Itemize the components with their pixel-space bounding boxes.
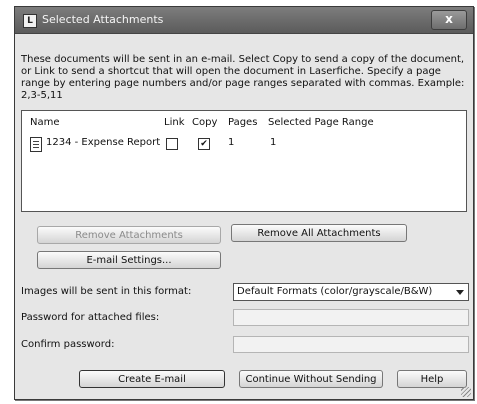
selected-page-range[interactable]: 1 <box>270 137 276 148</box>
chevron-down-icon <box>456 290 464 295</box>
create-email-button[interactable]: Create E-mail <box>79 370 225 388</box>
attachments-list: Name Link Copy Pages Selected Page Range… <box>21 110 467 212</box>
image-format-label: Images will be sent in this format: <box>21 286 192 297</box>
email-settings-button[interactable]: E-mail Settings... <box>37 251 221 269</box>
title-bar[interactable]: L Selected Attachments x <box>15 7 473 34</box>
resize-grip-icon[interactable] <box>461 387 471 397</box>
column-header-copy[interactable]: Copy <box>192 117 217 128</box>
remove-all-attachments-button[interactable]: Remove All Attachments <box>231 224 407 242</box>
instructions-text: These documents will be sent in an e-mai… <box>21 54 465 101</box>
column-header-name[interactable]: Name <box>30 117 60 128</box>
remove-attachments-button[interactable]: Remove Attachments <box>37 226 221 244</box>
document-icon <box>30 137 42 152</box>
image-format-selected-value: Default Formats (color/grayscale/B&W) <box>237 286 433 297</box>
help-button[interactable]: Help <box>397 370 467 388</box>
attachment-row[interactable]: 1234 - Expense Report ✔ 1 1 <box>22 136 466 152</box>
selected-attachments-dialog: L Selected Attachments x These documents… <box>14 6 474 400</box>
window-title: Selected Attachments <box>42 13 164 26</box>
column-header-pages[interactable]: Pages <box>228 117 257 128</box>
password-label: Password for attached files: <box>21 312 160 323</box>
attachment-name: 1234 - Expense Report <box>46 137 161 148</box>
password-field[interactable] <box>233 309 469 326</box>
continue-without-sending-button[interactable]: Continue Without Sending <box>239 370 383 388</box>
copy-checkbox[interactable]: ✔ <box>198 138 210 150</box>
image-format-select[interactable]: Default Formats (color/grayscale/B&W) <box>233 283 469 301</box>
link-checkbox[interactable] <box>166 138 178 150</box>
confirm-password-label: Confirm password: <box>21 339 115 350</box>
laserfiche-app-icon: L <box>23 14 37 28</box>
column-header-selected-page-range[interactable]: Selected Page Range <box>268 117 374 128</box>
attachment-pages: 1 <box>228 137 235 148</box>
column-header-link[interactable]: Link <box>164 117 184 128</box>
confirm-password-field[interactable] <box>233 336 469 353</box>
close-button[interactable]: x <box>431 10 467 30</box>
